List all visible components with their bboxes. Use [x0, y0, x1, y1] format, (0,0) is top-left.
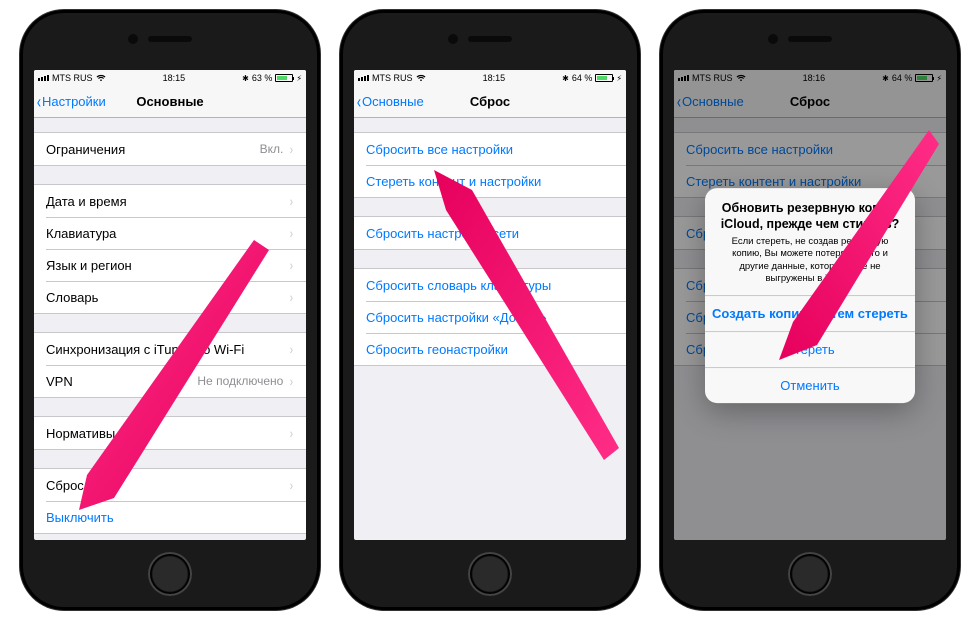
settings-group: Синхронизация с iTunes по Wi-Fi › VPN Не…	[34, 332, 306, 398]
screen-settings-general: MTS RUS 18:15 ✱ 63 % ⚡︎ ‹ Настройки Осно…	[34, 70, 306, 540]
cell-label: Сбросить настройки сети	[366, 226, 614, 241]
cell-language-region[interactable]: Язык и регион ›	[34, 249, 306, 281]
carrier-label: MTS RUS	[372, 73, 413, 83]
alert-header: Обновить резервную копию iCloud, прежде …	[705, 188, 915, 296]
settings-group: Сброс › Выключить	[34, 468, 306, 534]
clock-label: 18:15	[483, 73, 506, 83]
cell-reset[interactable]: Сброс ›	[34, 469, 306, 501]
clock-label: 18:15	[163, 73, 186, 83]
chevron-right-icon: ›	[290, 141, 293, 157]
screen-settings-reset-alert: MTS RUS 18:16 ✱ 64 % ⚡︎ ‹ Основные Сброс…	[674, 70, 946, 540]
phone-1: MTS RUS 18:15 ✱ 63 % ⚡︎ ‹ Настройки Осно…	[20, 10, 320, 610]
chevron-right-icon: ›	[290, 341, 293, 357]
alert-button-label: Отменить	[780, 379, 839, 394]
signal-icon	[358, 75, 369, 81]
cell-regulatory[interactable]: Нормативы ›	[34, 417, 306, 449]
alert-title: Обновить резервную копию iCloud, прежде …	[717, 200, 903, 233]
cell-reset-keyboard-dict[interactable]: Сбросить словарь клавиатуры	[354, 269, 626, 301]
cell-label: VPN	[46, 374, 197, 389]
cell-label: Стереть контент и настройки	[366, 174, 614, 189]
alert-button-label: Создать копию, затем стереть	[712, 307, 908, 322]
cell-vpn[interactable]: VPN Не подключено ›	[34, 365, 306, 397]
charging-icon: ✱	[562, 74, 569, 83]
cell-label: Сбросить настройки «Домой»	[366, 310, 614, 325]
battery-pct-label: 63 %	[252, 73, 273, 83]
cell-label: Сбросить словарь клавиатуры	[366, 278, 614, 293]
cell-restrictions[interactable]: Ограничения Вкл. ›	[34, 133, 306, 165]
cell-reset-home-layout[interactable]: Сбросить настройки «Домой»	[354, 301, 626, 333]
home-button[interactable]	[468, 552, 512, 596]
cell-detail: Вкл.	[260, 142, 284, 156]
wifi-icon	[96, 74, 106, 82]
nav-bar: ‹ Настройки Основные	[34, 86, 306, 118]
chevron-right-icon: ›	[290, 225, 293, 241]
cell-shutdown[interactable]: Выключить	[34, 501, 306, 533]
cell-label: Сбросить все настройки	[366, 142, 614, 157]
alert-dialog: Обновить резервную копию iCloud, прежде …	[705, 188, 915, 404]
chevron-right-icon: ›	[290, 193, 293, 209]
back-button[interactable]: ‹ Основные	[356, 94, 424, 109]
cell-detail: Не подключено	[197, 374, 283, 388]
battery-icon	[275, 74, 293, 82]
screen-settings-reset: MTS RUS 18:15 ✱ 64 % ⚡︎ ‹ Основные Сброс…	[354, 70, 626, 540]
back-label: Основные	[362, 94, 424, 109]
cell-reset-all-settings[interactable]: Сбросить все настройки	[354, 133, 626, 165]
cell-keyboard[interactable]: Клавиатура ›	[34, 217, 306, 249]
cell-label: Нормативы	[46, 426, 289, 441]
cell-dictionary[interactable]: Словарь ›	[34, 281, 306, 313]
chevron-right-icon: ›	[290, 373, 293, 389]
bolt-icon: ⚡︎	[296, 74, 302, 83]
chevron-right-icon: ›	[290, 257, 293, 273]
cell-erase-all-content[interactable]: Стереть контент и настройки	[354, 165, 626, 197]
alert-button-cancel[interactable]: Отменить	[705, 368, 915, 404]
cell-reset-network[interactable]: Сбросить настройки сети	[354, 217, 626, 249]
back-label: Настройки	[42, 94, 106, 109]
cell-label: Клавиатура	[46, 226, 289, 241]
settings-group: Сбросить все настройки Стереть контент и…	[354, 132, 626, 198]
settings-group: Сбросить настройки сети	[354, 216, 626, 250]
cell-label: Ограничения	[46, 142, 260, 157]
cell-itunes-wifi-sync[interactable]: Синхронизация с iTunes по Wi-Fi ›	[34, 333, 306, 365]
nav-title: Основные	[136, 94, 203, 109]
charging-icon: ✱	[242, 74, 249, 83]
settings-group: Ограничения Вкл. ›	[34, 132, 306, 166]
phone-2: MTS RUS 18:15 ✱ 64 % ⚡︎ ‹ Основные Сброс…	[340, 10, 640, 610]
back-button[interactable]: ‹ Настройки	[36, 94, 106, 109]
battery-pct-label: 64 %	[572, 73, 593, 83]
status-bar: MTS RUS 18:15 ✱ 63 % ⚡︎	[34, 70, 306, 86]
cell-label: Синхронизация с iTunes по Wi-Fi	[46, 342, 289, 357]
battery-icon	[595, 74, 613, 82]
cell-date-time[interactable]: Дата и время ›	[34, 185, 306, 217]
bolt-icon: ⚡︎	[616, 74, 622, 83]
signal-icon	[38, 75, 49, 81]
nav-title: Сброс	[470, 94, 510, 109]
chevron-right-icon: ›	[290, 425, 293, 441]
cell-label: Сброс	[46, 478, 289, 493]
home-button[interactable]	[788, 552, 832, 596]
cell-label: Словарь	[46, 290, 289, 305]
home-button[interactable]	[148, 552, 192, 596]
settings-group: Нормативы ›	[34, 416, 306, 450]
wifi-icon	[416, 74, 426, 82]
cell-label: Сбросить геонастройки	[366, 342, 614, 357]
chevron-right-icon: ›	[290, 477, 293, 493]
cell-label: Язык и регион	[46, 258, 289, 273]
alert-button-backup-then-erase[interactable]: Создать копию, затем стереть	[705, 296, 915, 332]
settings-group: Дата и время › Клавиатура › Язык и регио…	[34, 184, 306, 314]
carrier-label: MTS RUS	[52, 73, 93, 83]
alert-button-label: Стереть	[785, 343, 834, 358]
status-bar: MTS RUS 18:15 ✱ 64 % ⚡︎	[354, 70, 626, 86]
phone-3: MTS RUS 18:16 ✱ 64 % ⚡︎ ‹ Основные Сброс…	[660, 10, 960, 610]
cell-reset-location[interactable]: Сбросить геонастройки	[354, 333, 626, 365]
cell-label: Дата и время	[46, 194, 289, 209]
chevron-right-icon: ›	[290, 289, 293, 305]
nav-bar: ‹ Основные Сброс	[354, 86, 626, 118]
alert-message: Если стереть, не создав резервную копию,…	[717, 236, 903, 285]
alert-button-erase[interactable]: Стереть	[705, 332, 915, 368]
cell-label: Выключить	[46, 510, 294, 525]
settings-group: Сбросить словарь клавиатуры Сбросить нас…	[354, 268, 626, 366]
